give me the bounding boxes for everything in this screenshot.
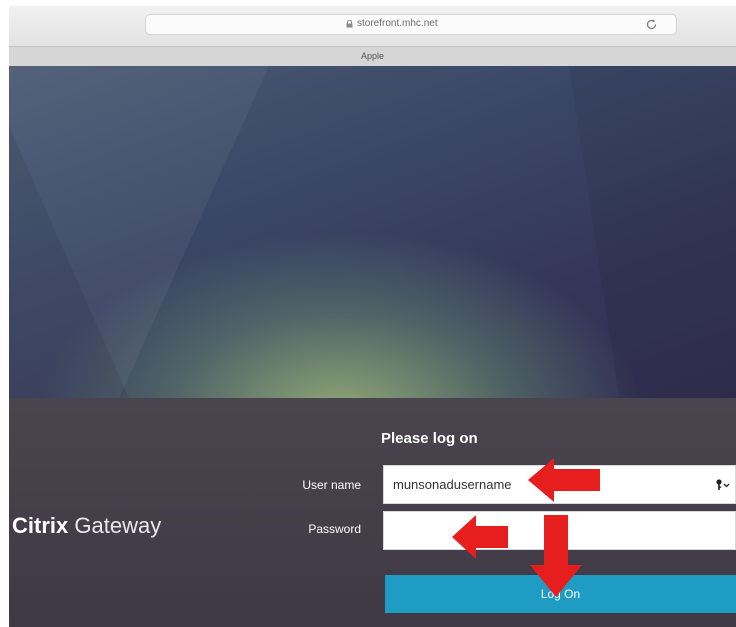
username-label: User name xyxy=(302,478,361,492)
address-text: storefront.mhc.net xyxy=(357,18,438,29)
hero-background xyxy=(9,66,736,398)
tab-bar: Apple xyxy=(9,46,736,67)
password-label: Password xyxy=(308,522,361,536)
lock-icon xyxy=(346,20,353,28)
arrow-left-icon-username xyxy=(528,458,600,502)
login-panel: Citrix Gateway Please log on User name m… xyxy=(9,398,736,627)
login-title: Please log on xyxy=(381,430,478,447)
page: storefront.mhc.net Apple Citrix Gateway … xyxy=(0,0,736,627)
reload-icon[interactable] xyxy=(645,18,658,31)
browser-chrome: storefront.mhc.net Apple xyxy=(9,6,736,67)
address-bar[interactable]: storefront.mhc.net xyxy=(145,14,677,35)
tab-title[interactable]: Apple xyxy=(9,51,736,61)
hero-light-beams xyxy=(9,66,736,398)
key-icon[interactable] xyxy=(715,478,731,492)
brand-bold: Citrix xyxy=(12,513,69,538)
citrix-gateway-logo: Citrix Gateway xyxy=(12,513,161,539)
username-value: munsonadusername xyxy=(393,477,512,492)
arrow-left-icon-password xyxy=(452,515,508,559)
arrow-down-icon-logon xyxy=(530,515,582,597)
brand-light: Gateway xyxy=(74,513,162,538)
